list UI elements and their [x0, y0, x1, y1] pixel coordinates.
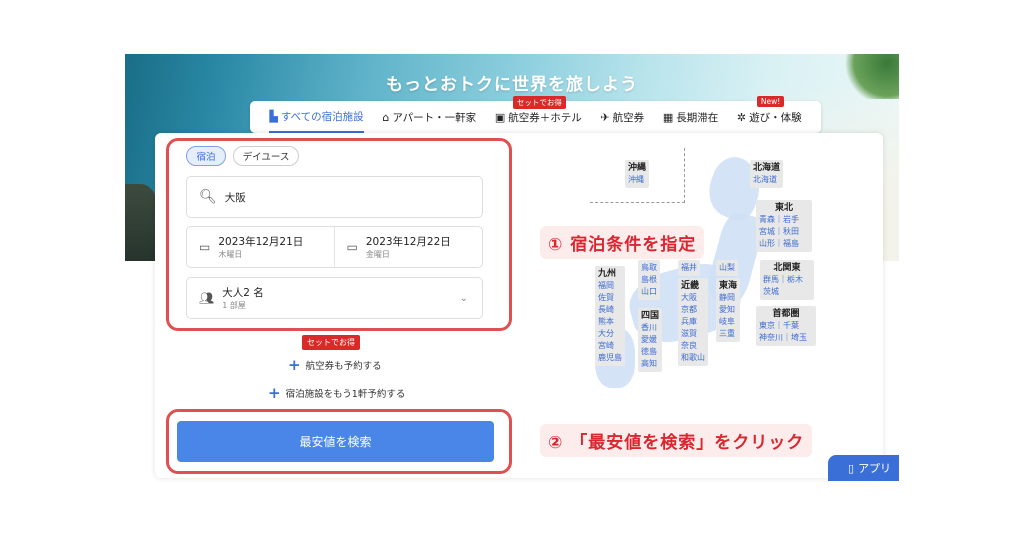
- new-badge: New!: [756, 96, 785, 107]
- prefecture-link[interactable]: 宮崎: [598, 340, 622, 352]
- callout-step1: ① 宿泊条件を指定: [540, 226, 705, 259]
- highlight-search-button: [166, 409, 512, 474]
- tab-long-stay[interactable]: ▦ 長期滞在: [663, 101, 718, 133]
- house-icon: ⌂: [382, 110, 390, 124]
- highlight-search-conditions: [166, 138, 512, 331]
- app-download-button[interactable]: ▯ アプリ: [828, 455, 899, 481]
- tab-apartment[interactable]: ⌂ アパート・一軒家: [382, 101, 476, 133]
- region-title: 四国: [641, 311, 660, 321]
- region-kyushu[interactable]: 九州 福岡 佐賀 長崎 熊本 大分 宮崎 鹿児島: [595, 266, 625, 366]
- region-koshinetsu[interactable]: 山梨: [716, 260, 738, 276]
- app-button-label: アプリ: [858, 462, 892, 475]
- prefecture-link[interactable]: 熊本: [598, 316, 622, 328]
- region-title: 北関東: [773, 263, 801, 273]
- region-title: 東北: [774, 203, 793, 213]
- prefecture-link[interactable]: 奈良: [681, 340, 705, 352]
- prefecture-link[interactable]: 香川: [641, 322, 659, 334]
- prefecture-link[interactable]: 徳島: [641, 346, 659, 358]
- tab-label: 航空券: [612, 111, 645, 124]
- plus-icon: +: [268, 384, 281, 402]
- prefecture-link[interactable]: 長崎: [598, 304, 622, 316]
- banner-title: もっとおトクに世界を旅しよう: [386, 75, 638, 95]
- prefecture-link[interactable]: 岐阜: [719, 316, 737, 328]
- building-icon: ▙: [269, 109, 278, 123]
- tab-label: アパート・一軒家: [392, 111, 477, 124]
- region-title: 北海道: [753, 163, 781, 173]
- prefecture-link[interactable]: 山形｜福島: [759, 238, 809, 250]
- prefecture-link[interactable]: 佐賀: [598, 292, 622, 304]
- prefecture-link[interactable]: 山口: [641, 286, 657, 298]
- region-tokai[interactable]: 東海 静岡 愛知 岐阜 三重: [716, 278, 741, 342]
- prefecture-link[interactable]: 茨城: [763, 286, 811, 298]
- prefecture-link[interactable]: 大分: [598, 328, 622, 340]
- region-hokkaido[interactable]: 北海道 北海道: [750, 160, 784, 188]
- region-title: 九州: [598, 269, 617, 279]
- prefecture-link[interactable]: 大阪: [681, 292, 705, 304]
- callout-step2: ② 「最安値を検索」をクリック: [540, 424, 813, 457]
- region-shutoken[interactable]: 首都圏 東京｜千葉 神奈川｜埼玉: [756, 306, 816, 346]
- prefecture-link[interactable]: 福井: [681, 262, 697, 274]
- tab-label: すべての宿泊施設: [280, 110, 364, 123]
- bundle-badge: セットでお得: [302, 335, 360, 350]
- tab-flight[interactable]: ✈ 航空券: [600, 101, 644, 133]
- region-title: 東海: [719, 281, 738, 291]
- prefecture-link[interactable]: 青森｜岩手: [759, 214, 809, 226]
- calendar-icon: ▦: [662, 110, 674, 124]
- add-stay-label: 宿泊施設をもう1軒予約する: [285, 389, 406, 400]
- tab-activities[interactable]: New! ✲ 遊び・体験: [736, 96, 802, 133]
- prefecture-link[interactable]: 三重: [719, 328, 737, 340]
- tab-all-stays[interactable]: ▙ すべての宿泊施設: [269, 101, 364, 133]
- prefecture-link[interactable]: 山梨: [719, 262, 735, 274]
- product-tabs: ▙ すべての宿泊施設 ⌂ アパート・一軒家 セットでお得 ▣ 航空券＋ホテル ✈…: [250, 96, 821, 133]
- prefecture-link[interactable]: 滋賀: [681, 328, 705, 340]
- plus-icon: +: [288, 356, 301, 374]
- prefecture-link[interactable]: 島根: [641, 274, 657, 286]
- add-flight-label: 航空券も予約する: [305, 361, 382, 372]
- phone-icon: ▯: [848, 461, 855, 475]
- region-title: 沖縄: [628, 163, 647, 173]
- prefecture-link[interactable]: 沖縄: [628, 174, 646, 186]
- suitcase-icon: ▣: [494, 110, 506, 124]
- region-title: 近畿: [681, 281, 700, 291]
- tab-flight-hotel[interactable]: セットでお得 ▣ 航空券＋ホテル: [494, 96, 582, 133]
- region-shikoku[interactable]: 四国 香川 愛媛 徳島 高知: [638, 308, 663, 372]
- region-kinki[interactable]: 近畿 大阪 京都 兵庫 滋賀 奈良 和歌山: [678, 278, 708, 366]
- ferris-wheel-icon: ✲: [736, 110, 747, 124]
- japan-map: 沖縄 沖縄 北海道 北海道 東北 青森｜岩手 宮城｜秋田 山形｜福島 北関東 群…: [590, 148, 820, 388]
- add-another-stay-link[interactable]: + 宿泊施設をもう1軒予約する: [268, 384, 405, 402]
- prefecture-link[interactable]: 宮城｜秋田: [759, 226, 809, 238]
- add-flight-link[interactable]: + 航空券も予約する: [288, 356, 382, 374]
- prefecture-link[interactable]: 和歌山: [681, 352, 705, 364]
- prefecture-link[interactable]: 静岡: [719, 292, 737, 304]
- region-tohoku[interactable]: 東北 青森｜岩手 宮城｜秋田 山形｜福島: [756, 200, 812, 252]
- prefecture-link[interactable]: 京都: [681, 304, 705, 316]
- tab-label: 航空券＋ホテル: [508, 111, 582, 124]
- prefecture-link[interactable]: 鳥取: [641, 262, 657, 274]
- prefecture-link[interactable]: 神奈川｜埼玉: [759, 332, 813, 344]
- region-title: 首都圏: [772, 309, 800, 319]
- airplane-icon: ✈: [600, 110, 610, 124]
- region-kitakanto[interactable]: 北関東 群馬｜栃木 茨城: [760, 260, 814, 300]
- region-okinawa[interactable]: 沖縄 沖縄: [625, 160, 650, 188]
- bundle-badge: セットでお得: [512, 96, 566, 109]
- prefecture-link[interactable]: 東京｜千葉: [759, 320, 813, 332]
- prefecture-link[interactable]: 愛媛: [641, 334, 659, 346]
- region-chugoku[interactable]: 鳥取 島根 山口: [638, 260, 660, 300]
- region-hokuriku[interactable]: 福井: [678, 260, 700, 276]
- tab-label: 遊び・体験: [749, 111, 802, 124]
- prefecture-link[interactable]: 鹿児島: [598, 352, 622, 364]
- prefecture-link[interactable]: 愛知: [719, 304, 737, 316]
- prefecture-link[interactable]: 兵庫: [681, 316, 705, 328]
- tab-label: 長期滞在: [676, 111, 719, 124]
- prefecture-link[interactable]: 福岡: [598, 280, 622, 292]
- prefecture-link[interactable]: 北海道: [753, 174, 780, 186]
- page: もっとおトクに世界を旅しよう ▙ すべての宿泊施設 ⌂ アパート・一軒家 セット…: [0, 0, 1024, 538]
- prefecture-link[interactable]: 群馬｜栃木: [763, 274, 811, 286]
- prefecture-link[interactable]: 高知: [641, 358, 659, 370]
